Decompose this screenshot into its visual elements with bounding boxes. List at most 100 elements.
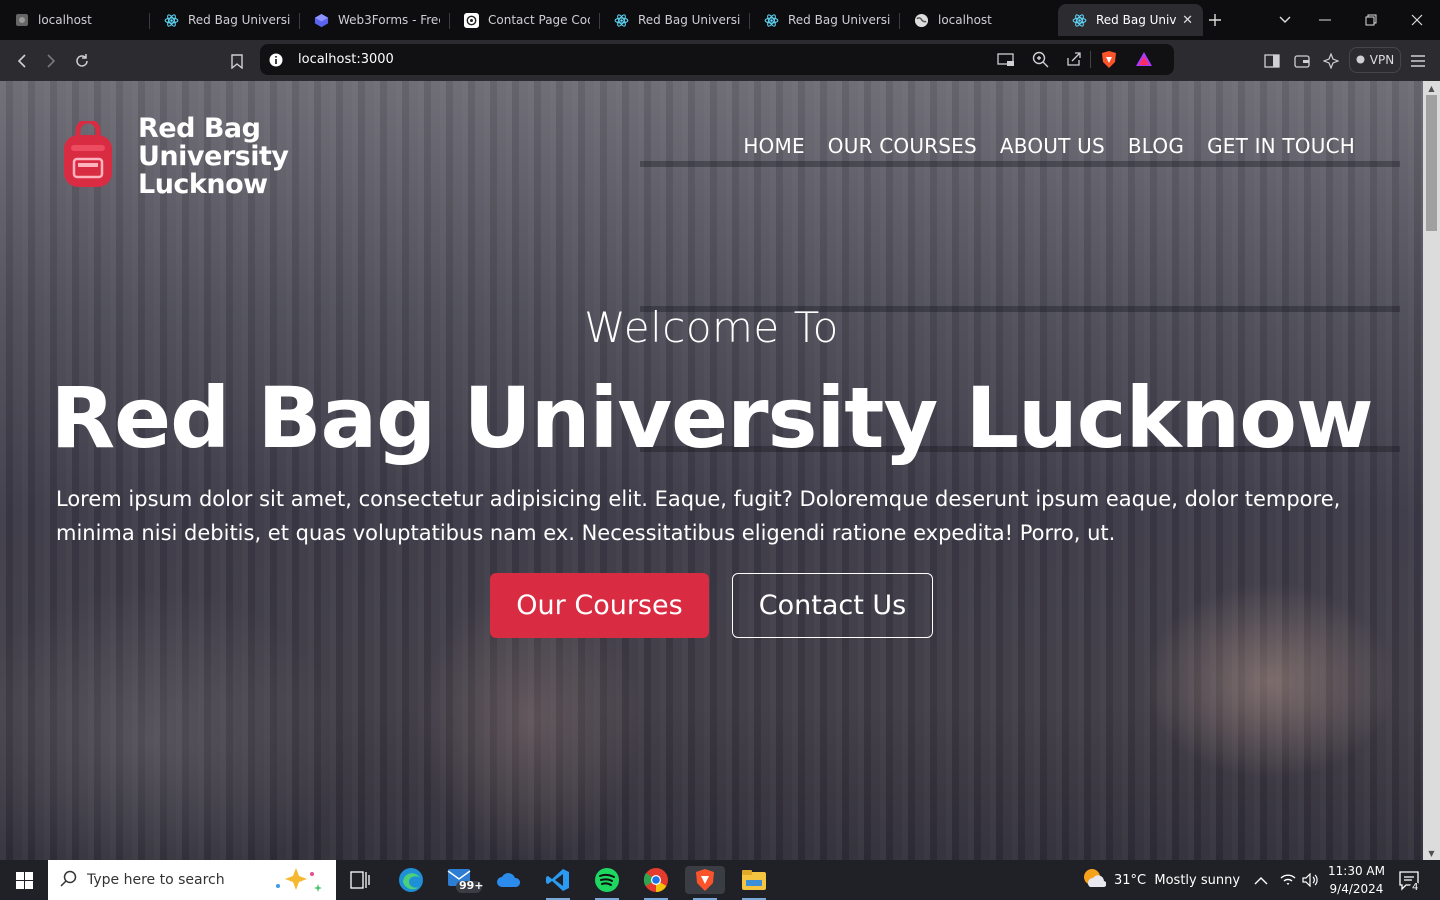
vpn-label: VPN	[1369, 53, 1395, 67]
url-text[interactable]: localhost:3000	[298, 52, 394, 67]
nav-about-us[interactable]: ABOUT US	[1000, 134, 1105, 158]
bookmark-icon[interactable]	[224, 48, 250, 74]
globe-icon	[914, 13, 929, 28]
vpn-button[interactable]: VPN	[1349, 47, 1401, 73]
browser-toolbar: localhost:3000 VPN	[0, 40, 1440, 81]
tab-title: Red Bag Unive	[1096, 13, 1177, 27]
tab-title: Red Bag University	[788, 13, 890, 27]
logo-text: Red Bag University Lucknow	[138, 113, 289, 200]
zoom-icon[interactable]	[1032, 51, 1049, 72]
back-button[interactable]	[9, 48, 35, 74]
site-logo[interactable]: Red Bag University Lucknow	[62, 113, 289, 200]
tab-7[interactable]: localhost	[900, 4, 1050, 36]
tab-title: Web3Forms - Free	[338, 13, 440, 27]
divider	[1090, 51, 1091, 68]
logo-line: University	[138, 141, 289, 172]
tab-2[interactable]: Red Bag University	[150, 4, 300, 36]
hero-section: Red Bag University Lucknow HOME OUR COUR…	[0, 81, 1423, 860]
hero-paragraph: Lorem ipsum dolor sit amet, consectetur …	[56, 487, 1341, 545]
clock-date: 9/4/2024	[1329, 882, 1384, 896]
brave-browser-icon[interactable]	[685, 866, 725, 900]
wifi-icon[interactable]	[1280, 860, 1296, 900]
main-nav: HOME OUR COURSES ABOUT US BLOG GET IN TO…	[743, 134, 1355, 158]
leo-ai-icon[interactable]	[1318, 48, 1344, 74]
new-tab-button[interactable]	[1203, 0, 1227, 40]
hero-title: Red Bag University Lucknow	[50, 369, 1373, 467]
logo-line: Lucknow	[138, 169, 268, 200]
chrome-icon[interactable]	[636, 866, 676, 900]
tab-title: Contact Page Code	[488, 13, 590, 27]
onedrive-icon[interactable]	[489, 866, 529, 894]
tab-1[interactable]: localhost	[0, 4, 150, 36]
scroll-down-arrow-icon[interactable]: ▼	[1423, 846, 1440, 860]
clock[interactable]: 11:30 AM 9/4/2024	[1328, 860, 1385, 900]
close-tab-icon[interactable]: ✕	[1182, 13, 1193, 28]
minimize-button[interactable]	[1313, 0, 1337, 40]
react-icon	[614, 13, 629, 28]
tab-search-chevron-icon[interactable]	[1273, 0, 1297, 40]
chatgpt-icon	[464, 12, 479, 28]
cast-icon[interactable]	[997, 52, 1015, 71]
volume-icon[interactable]	[1302, 860, 1320, 900]
sparkle-icon	[266, 866, 326, 898]
tab-title: localhost	[938, 13, 992, 27]
tab-title: Red Bag University	[638, 13, 740, 27]
brave-rewards-icon[interactable]	[1135, 51, 1153, 71]
tab-title: localhost	[38, 13, 92, 27]
notification-center-icon[interactable]: 4	[1398, 860, 1421, 900]
contact-us-button[interactable]: Contact Us	[732, 573, 933, 638]
menu-icon[interactable]	[1405, 48, 1431, 74]
search-placeholder: Type here to search	[87, 872, 225, 888]
windows-start-icon[interactable]	[4, 866, 44, 894]
show-hidden-icons-chevron-icon[interactable]	[1254, 860, 1268, 900]
file-explorer-icon[interactable]	[734, 866, 774, 900]
wallet-icon[interactable]	[1289, 48, 1315, 74]
tab-3[interactable]: Web3Forms - Free	[300, 4, 450, 36]
backpack-icon	[62, 118, 114, 193]
spotify-icon[interactable]	[587, 866, 627, 900]
tab-4[interactable]: Contact Page Code	[450, 4, 600, 36]
mail-badge: 99+	[459, 879, 484, 892]
notification-count: 4	[1410, 882, 1421, 893]
react-icon	[764, 13, 779, 28]
tab-8-active[interactable]: Red Bag Unive ✕	[1058, 4, 1203, 36]
generic-favicon-icon	[14, 13, 29, 28]
our-courses-button[interactable]: Our Courses	[490, 573, 709, 638]
nav-get-in-touch[interactable]: GET IN TOUCH	[1207, 134, 1355, 158]
site-info-icon[interactable]	[269, 52, 283, 71]
weather-widget[interactable]: 31°C Mostly sunny	[1082, 860, 1240, 900]
scroll-thumb[interactable]	[1426, 95, 1437, 231]
tab-6[interactable]: Red Bag University	[750, 4, 900, 36]
close-window-button[interactable]	[1405, 0, 1429, 40]
clock-time: 11:30 AM	[1328, 864, 1385, 878]
brave-shields-icon[interactable]	[1100, 50, 1118, 73]
share-icon[interactable]	[1066, 51, 1082, 71]
mail-icon[interactable]: 99+	[444, 866, 484, 894]
edge-icon[interactable]	[391, 866, 431, 894]
tab-title: Red Bag University	[188, 13, 290, 27]
hero-welcome: Welcome To	[584, 303, 839, 352]
windows-taskbar: Type here to search 99+ 31°C Mostly sunn…	[0, 860, 1440, 900]
react-icon	[1072, 13, 1087, 28]
search-icon	[60, 870, 77, 891]
background-shelf	[640, 161, 1400, 167]
address-bar[interactable]: localhost:3000	[260, 44, 1174, 75]
taskbar-search[interactable]: Type here to search	[48, 860, 336, 900]
restore-button[interactable]	[1359, 0, 1383, 40]
nav-blog[interactable]: BLOG	[1128, 134, 1184, 158]
logo-line: Red Bag	[138, 113, 261, 144]
task-view-icon[interactable]	[340, 866, 380, 894]
sidebar-toggle-icon[interactable]	[1259, 48, 1285, 74]
reload-button[interactable]	[69, 48, 95, 74]
nav-home[interactable]: HOME	[743, 134, 804, 158]
page-scrollbar[interactable]: ▲ ▼	[1423, 81, 1440, 860]
web3forms-icon	[314, 13, 329, 28]
scroll-up-arrow-icon[interactable]: ▲	[1423, 81, 1440, 95]
vscode-icon[interactable]	[538, 866, 578, 900]
sunny-weather-icon	[1082, 867, 1107, 893]
forward-button[interactable]	[38, 48, 64, 74]
nav-our-courses[interactable]: OUR COURSES	[828, 134, 977, 158]
vpn-status-icon	[1356, 53, 1365, 67]
tab-5[interactable]: Red Bag University	[600, 4, 750, 36]
weather-text: 31°C Mostly sunny	[1114, 872, 1241, 888]
